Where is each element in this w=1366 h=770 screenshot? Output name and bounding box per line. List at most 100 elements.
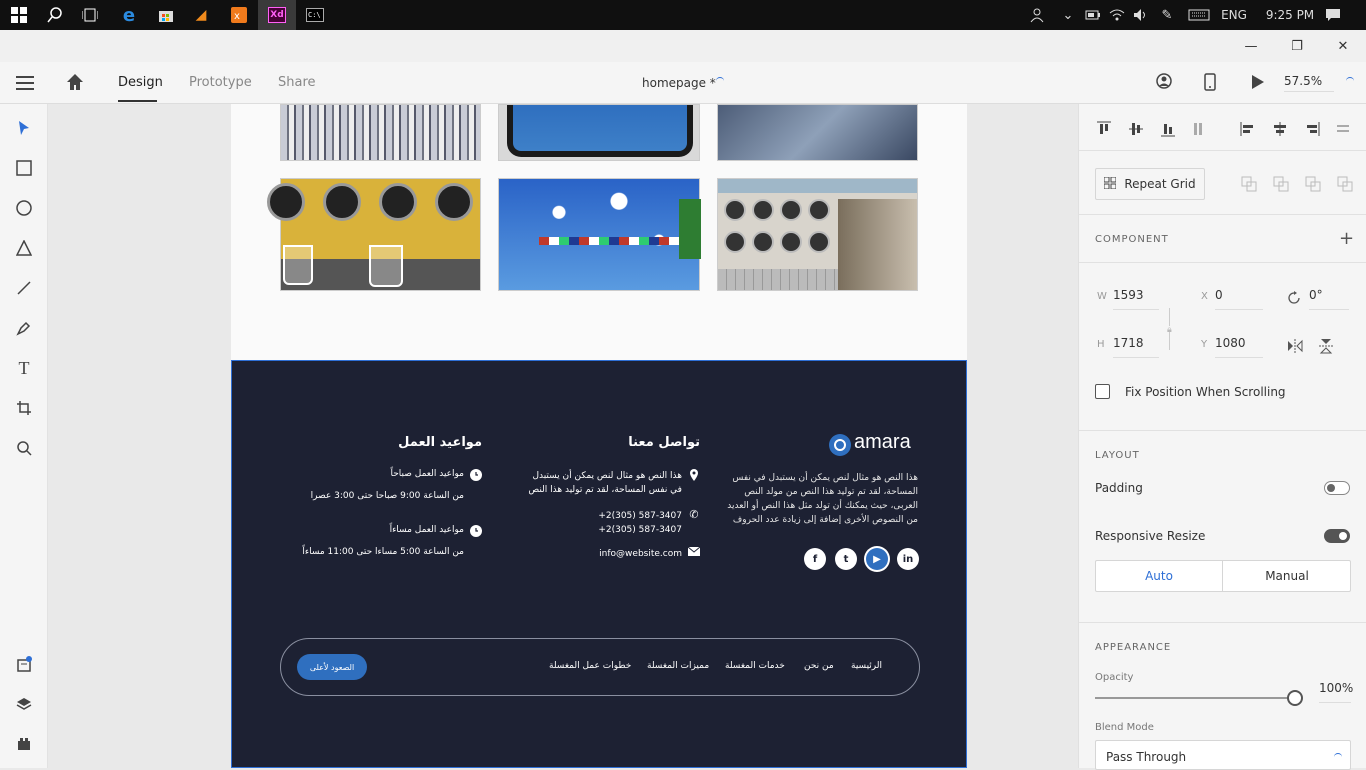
twitter-icon[interactable]: t bbox=[835, 548, 857, 570]
opacity-field[interactable]: 100% bbox=[1319, 681, 1353, 703]
clock[interactable]: 9:25 PM bbox=[1258, 0, 1322, 30]
close-button[interactable]: ✕ bbox=[1320, 30, 1366, 62]
boolean-intersect-icon[interactable] bbox=[1305, 176, 1321, 196]
adobe-xd-icon[interactable]: Xd bbox=[258, 0, 296, 30]
height-label: H bbox=[1097, 339, 1105, 350]
store-icon[interactable] bbox=[147, 0, 185, 30]
width-field[interactable]: 1593 bbox=[1113, 288, 1159, 310]
polygon-tool-icon[interactable] bbox=[8, 233, 40, 263]
line-tool-icon[interactable] bbox=[8, 273, 40, 303]
opacity-slider-track[interactable] bbox=[1095, 690, 1303, 706]
nav-services[interactable]: خدمات المغسلة bbox=[725, 661, 785, 671]
y-field[interactable]: 1080 bbox=[1215, 336, 1263, 358]
phone-2[interactable]: +2(305) 587-3407 bbox=[592, 523, 682, 537]
wifi-icon[interactable] bbox=[1106, 0, 1128, 30]
nav-home[interactable]: الرئيسية bbox=[851, 661, 882, 671]
clock-icon bbox=[470, 469, 482, 481]
cmd-icon[interactable]: C:\ bbox=[296, 0, 334, 30]
action-center-icon[interactable] bbox=[1322, 0, 1344, 30]
email-address[interactable]: info@website.com bbox=[572, 547, 682, 561]
plugins-panel-icon[interactable] bbox=[8, 729, 40, 759]
edge-icon[interactable]: e bbox=[110, 0, 148, 30]
boolean-subtract-icon[interactable] bbox=[1273, 176, 1289, 196]
battery-icon[interactable] bbox=[1082, 0, 1104, 30]
gallery-photo-yellow-washers[interactable] bbox=[267, 178, 481, 291]
artboard-tool-icon[interactable] bbox=[8, 393, 40, 423]
flip-horizontal-icon[interactable] bbox=[1287, 338, 1303, 357]
active-tab-indicator bbox=[118, 100, 157, 102]
user-share-icon[interactable] bbox=[1156, 73, 1174, 95]
youtube-icon[interactable]: ▶ bbox=[866, 548, 888, 570]
boolean-exclude-icon[interactable] bbox=[1337, 176, 1353, 196]
facebook-icon[interactable]: f bbox=[804, 548, 826, 570]
resize-manual-option[interactable]: Manual bbox=[1224, 561, 1350, 591]
design-canvas[interactable]: amara هذا النص هو مثال لنص يمكن أن يستبد… bbox=[48, 104, 1078, 768]
flip-vertical-icon[interactable] bbox=[1319, 338, 1333, 358]
windows-taskbar: e ◢ x Xd C:\ ⌄ ✎ ENG 9:25 PM bbox=[0, 0, 1366, 30]
xd-label: Xd bbox=[268, 7, 286, 23]
people-icon[interactable] bbox=[1026, 0, 1050, 30]
blend-mode-dropdown[interactable]: Pass Through bbox=[1095, 740, 1351, 770]
search-icon[interactable] bbox=[36, 0, 74, 30]
opacity-label: Opacity bbox=[1095, 672, 1134, 683]
nav-steps[interactable]: خطوات عمل المغسلة bbox=[549, 661, 631, 671]
rotation-field[interactable]: 0° bbox=[1309, 288, 1349, 310]
keyboard-icon[interactable] bbox=[1186, 0, 1212, 30]
xampp-icon[interactable]: x bbox=[220, 0, 258, 30]
play-preview-icon[interactable] bbox=[1251, 74, 1265, 94]
homepage-artboard[interactable]: amara هذا النص هو مثال لنص يمكن أن يستبد… bbox=[231, 104, 967, 768]
gallery-photo-fabric[interactable] bbox=[717, 104, 918, 161]
nav-features[interactable]: مميزات المغسلة bbox=[647, 661, 709, 671]
minimize-button[interactable]: — bbox=[1228, 30, 1274, 62]
x-label: X bbox=[1201, 291, 1208, 302]
home-icon[interactable] bbox=[66, 73, 84, 95]
chevron-up-icon[interactable]: ⌄ bbox=[1058, 0, 1078, 30]
height-field[interactable]: 1718 bbox=[1113, 336, 1159, 358]
site-footer[interactable]: amara هذا النص هو مثال لنص يمكن أن يستبد… bbox=[231, 360, 967, 768]
language-indicator[interactable]: ENG bbox=[1218, 0, 1250, 30]
boolean-add-icon[interactable] bbox=[1241, 176, 1257, 196]
footer-navbar: الصعود لأعلى خطوات عمل المغسلة مميزات ال… bbox=[280, 638, 920, 696]
windows-start-icon[interactable] bbox=[0, 0, 38, 30]
opacity-slider-knob[interactable] bbox=[1287, 690, 1303, 706]
resize-auto-option[interactable]: Auto bbox=[1096, 561, 1223, 591]
restore-button[interactable]: ❐ bbox=[1274, 30, 1320, 62]
assets-panel-icon[interactable] bbox=[8, 649, 40, 679]
pen-tool-icon[interactable] bbox=[8, 313, 40, 343]
tab-prototype[interactable]: Prototype bbox=[189, 75, 252, 90]
gallery-photo-clothes[interactable] bbox=[280, 104, 481, 161]
gallery-photo-screen[interactable] bbox=[498, 104, 700, 161]
pen-icon[interactable]: ✎ bbox=[1156, 0, 1178, 30]
morning-hours: من الساعة 9:00 صباحا حتى 3:00 عصرا bbox=[310, 491, 464, 501]
vlc-icon[interactable]: ◢ bbox=[182, 0, 220, 30]
responsive-resize-toggle[interactable] bbox=[1324, 529, 1350, 543]
volume-icon[interactable] bbox=[1130, 0, 1152, 30]
screen-shape bbox=[507, 105, 693, 157]
nav-about[interactable]: من نحن bbox=[804, 661, 834, 671]
rectangle-tool-icon[interactable] bbox=[8, 153, 40, 183]
device-preview-icon[interactable] bbox=[1204, 73, 1216, 95]
clock-icon-2 bbox=[470, 525, 482, 537]
text-tool-icon[interactable]: T bbox=[8, 353, 40, 383]
layout-section-label: LAYOUT bbox=[1095, 450, 1140, 461]
select-tool-icon[interactable] bbox=[8, 113, 40, 143]
lock-aspect-icon[interactable]: 🔒︎ bbox=[1167, 325, 1172, 335]
layers-panel-icon[interactable] bbox=[8, 689, 40, 719]
tab-share[interactable]: Share bbox=[278, 75, 316, 90]
gallery-photo-laundromat[interactable] bbox=[717, 178, 918, 291]
ellipse-tool-icon[interactable] bbox=[8, 193, 40, 223]
linkedin-icon[interactable]: in bbox=[897, 548, 919, 570]
back-to-top-button[interactable]: الصعود لأعلى bbox=[297, 654, 367, 680]
repeat-grid-button[interactable]: Repeat Grid bbox=[1095, 168, 1205, 200]
fix-position-checkbox[interactable] bbox=[1095, 384, 1110, 399]
phone-1[interactable]: +2(305) 587-3407 bbox=[592, 509, 682, 523]
x-field[interactable]: 0 bbox=[1215, 288, 1263, 310]
gallery-photo-sky-laundry[interactable] bbox=[498, 178, 701, 291]
tab-design[interactable]: Design bbox=[118, 75, 163, 90]
task-view-icon[interactable] bbox=[71, 0, 109, 30]
zoom-tool-icon[interactable] bbox=[8, 433, 40, 463]
hamburger-menu-icon[interactable] bbox=[16, 75, 34, 94]
add-component-icon[interactable]: + bbox=[1339, 228, 1354, 249]
zoom-level-field[interactable]: 57.5% bbox=[1284, 74, 1334, 92]
padding-toggle[interactable] bbox=[1324, 481, 1350, 495]
